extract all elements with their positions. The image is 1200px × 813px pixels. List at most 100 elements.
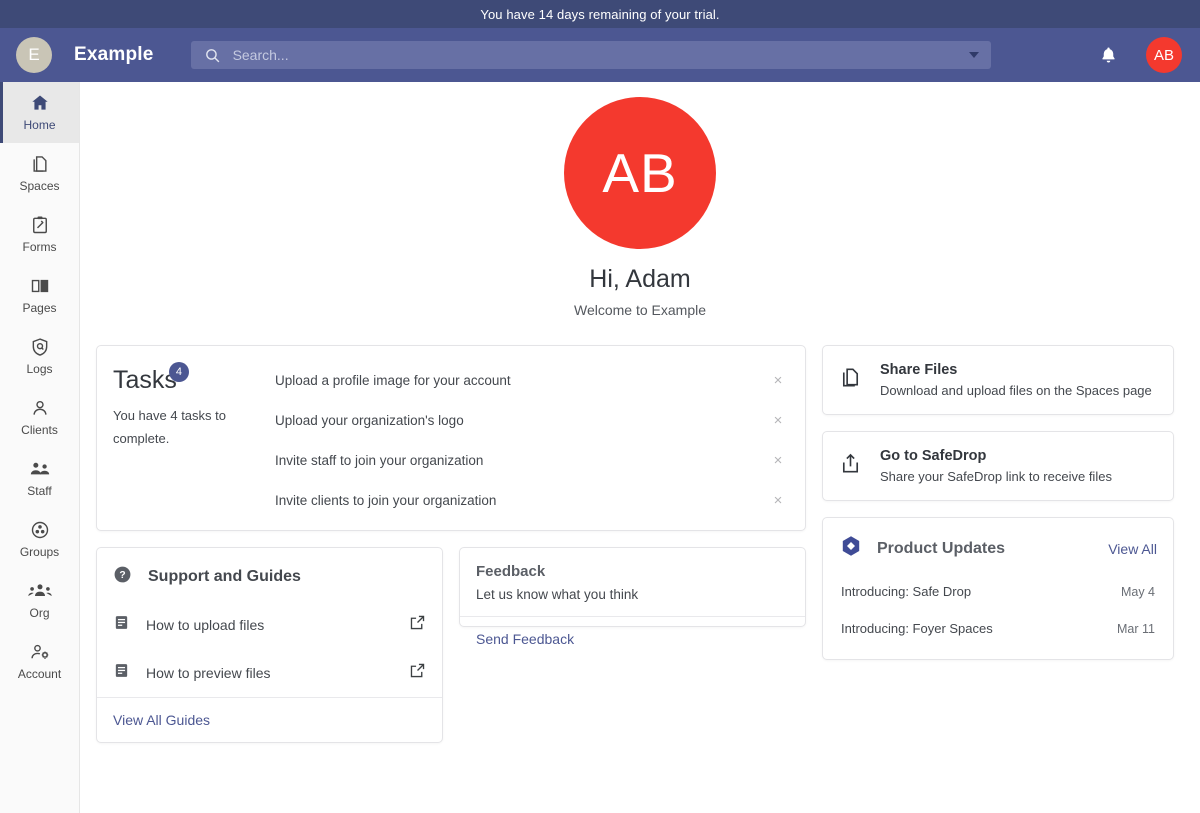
sidebar-item-logs[interactable]: Logs [0, 326, 79, 387]
forms-icon [30, 215, 50, 235]
document-icon [113, 662, 130, 684]
send-feedback-link[interactable]: Send Feedback [460, 616, 805, 661]
sidebar-item-label: Logs [26, 362, 52, 376]
copy-files-icon [839, 366, 862, 394]
top-navigation-bar: E Example AB [0, 28, 1200, 82]
cards-grid: Tasks 4 You have 4 tasks to complete. Up… [80, 318, 1200, 743]
sidebar-item-spaces[interactable]: Spaces [0, 143, 79, 204]
sidebar-item-label: Pages [22, 301, 56, 315]
tasks-title: Tasks [113, 368, 177, 393]
dismiss-task-icon[interactable]: × [769, 492, 787, 509]
sidebar-item-label: Groups [20, 545, 59, 559]
external-link-icon[interactable] [409, 614, 426, 636]
svg-text:?: ? [119, 570, 125, 581]
search-dropdown-caret-icon[interactable] [969, 52, 979, 58]
view-all-updates-link[interactable]: View All [1108, 541, 1157, 557]
dismiss-task-icon[interactable]: × [769, 412, 787, 429]
tasks-list: Upload a profile image for your account … [275, 360, 805, 520]
product-update-row[interactable]: Introducing: Safe Drop May 4 [823, 573, 1173, 610]
product-updates-header: Product Updates View All [823, 518, 1173, 573]
update-date: Mar 11 [1117, 622, 1155, 636]
safedrop-card[interactable]: Go to SafeDrop Share your SafeDrop link … [822, 431, 1174, 501]
feedback-header: Feedback Let us know what you think [460, 548, 805, 616]
view-all-guides-link[interactable]: View All Guides [97, 697, 442, 742]
org-logo-initial: E [28, 45, 39, 65]
task-row[interactable]: Upload your organization's logo × [275, 400, 801, 440]
staff-icon [28, 459, 52, 479]
share-files-card[interactable]: Share Files Download and upload files on… [822, 345, 1174, 415]
home-icon [30, 93, 50, 113]
sidebar-item-org[interactable]: Org [0, 570, 79, 631]
support-header: ? Support and Guides [97, 548, 442, 601]
task-row[interactable]: Upload a profile image for your account … [275, 360, 801, 400]
update-date: May 4 [1121, 585, 1155, 599]
feedback-card: Feedback Let us know what you think Send… [459, 547, 806, 627]
product-update-row[interactable]: Introducing: Foyer Spaces Mar 11 [823, 610, 1173, 647]
search-input[interactable] [233, 47, 969, 63]
task-label: Upload a profile image for your account [275, 373, 769, 388]
main-content: AB Hi, Adam Welcome to Example Tasks 4 Y… [80, 82, 1200, 813]
sidebar-item-home[interactable]: Home [0, 82, 79, 143]
guide-label: How to preview files [146, 665, 393, 681]
sidebar-item-account[interactable]: Account [0, 631, 79, 692]
sidebar-item-label: Forms [23, 240, 57, 254]
upload-share-icon [839, 452, 862, 480]
sidebar-item-label: Account [18, 667, 61, 681]
share-files-title: Share Files [880, 362, 1152, 378]
task-row[interactable]: Invite clients to join your organization… [275, 480, 801, 520]
sidebar-item-label: Clients [21, 423, 58, 437]
support-and-guides-card: ? Support and Guides [96, 547, 443, 743]
clients-icon [30, 398, 50, 418]
search-icon [204, 47, 221, 64]
update-title: Introducing: Safe Drop [841, 584, 1121, 599]
page-body: Home Spaces Forms [0, 82, 1200, 813]
user-avatar[interactable]: AB [1146, 37, 1182, 73]
safedrop-title: Go to SafeDrop [880, 448, 1112, 464]
page-title: Hi, Adam [80, 265, 1200, 294]
search-bar[interactable] [191, 41, 991, 69]
task-label: Invite clients to join your organization [275, 493, 769, 508]
sidebar-item-pages[interactable]: Pages [0, 265, 79, 326]
groups-icon [30, 520, 50, 540]
org-icon [27, 581, 53, 601]
hero-subtitle: Welcome to Example [80, 302, 1200, 318]
pages-icon [29, 276, 51, 296]
external-link-icon[interactable] [409, 662, 426, 684]
hero-avatar: AB [564, 97, 716, 249]
feedback-title: Feedback [476, 563, 789, 580]
hero-section: AB Hi, Adam Welcome to Example [80, 82, 1200, 318]
user-avatar-initials: AB [1154, 47, 1174, 64]
left-column: Tasks 4 You have 4 tasks to complete. Up… [96, 345, 806, 743]
guide-label: How to upload files [146, 617, 393, 633]
task-label: Upload your organization's logo [275, 413, 769, 428]
product-updates-card: Product Updates View All Introducing: Sa… [822, 517, 1174, 660]
sidebar-item-groups[interactable]: Groups [0, 509, 79, 570]
dismiss-task-icon[interactable]: × [769, 452, 787, 469]
trial-banner: You have 14 days remaining of your trial… [0, 0, 1200, 28]
sidebar-item-label: Spaces [19, 179, 59, 193]
notifications-bell-icon[interactable] [1099, 45, 1118, 65]
dismiss-task-icon[interactable]: × [769, 372, 787, 389]
sidebar-item-forms[interactable]: Forms [0, 204, 79, 265]
secondary-cards-row: ? Support and Guides [96, 547, 806, 743]
safedrop-subtitle: Share your SafeDrop link to receive file… [880, 469, 1112, 484]
org-logo[interactable]: E [16, 37, 52, 73]
guide-row[interactable]: How to preview files [97, 649, 442, 697]
logs-icon [30, 337, 50, 357]
task-label: Invite staff to join your organization [275, 453, 769, 468]
diamond-gem-icon [839, 534, 863, 563]
tasks-card: Tasks 4 You have 4 tasks to complete. Up… [96, 345, 806, 531]
sidebar-item-clients[interactable]: Clients [0, 387, 79, 448]
hero-avatar-initials: AB [602, 141, 677, 205]
share-files-subtitle: Download and upload files on the Spaces … [880, 383, 1152, 398]
trial-banner-text: You have 14 days remaining of your trial… [480, 7, 719, 22]
sidebar-item-staff[interactable]: Staff [0, 448, 79, 509]
tasks-count-badge: 4 [169, 362, 189, 382]
spaces-icon [30, 154, 50, 174]
nav-right-group: AB [1099, 37, 1182, 73]
sidebar-item-label: Home [23, 118, 55, 132]
guide-row[interactable]: How to upload files [97, 601, 442, 649]
brand-name[interactable]: Example [74, 44, 154, 66]
sidebar-item-label: Org [29, 606, 49, 620]
task-row[interactable]: Invite staff to join your organization × [275, 440, 801, 480]
